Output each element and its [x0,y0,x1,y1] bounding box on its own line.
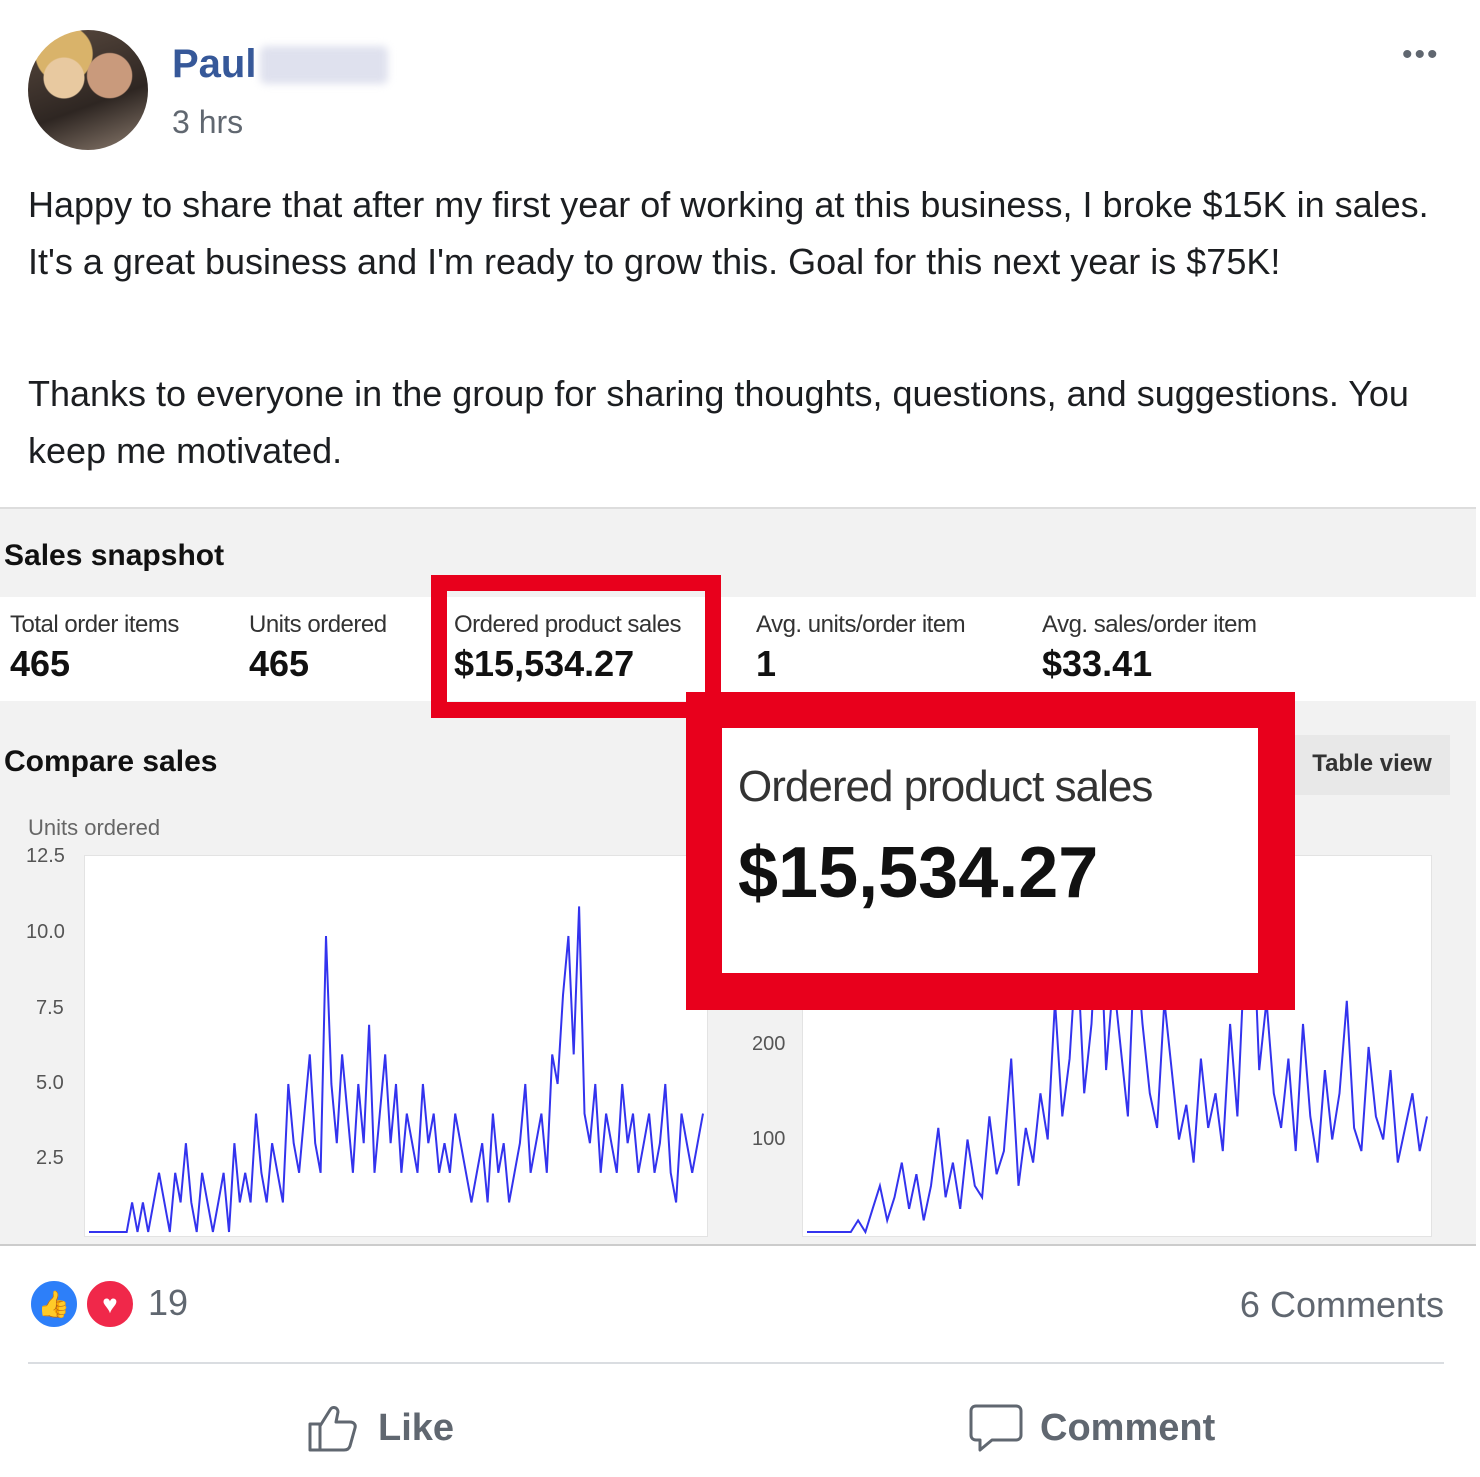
thumbs-up-icon [308,1406,357,1452]
table-view-button: Table view [1294,735,1450,795]
y-tick-label: 7.5 [36,997,64,1019]
like-button[interactable]: Like [306,1398,454,1458]
like-label: Like [378,1406,455,1449]
metric-value: 465 [10,643,71,684]
sales-snapshot-title: Sales snapshot [4,539,225,572]
comments-count-link[interactable]: 6 Comments [1240,1284,1444,1326]
zoom-label: Ordered product sales [738,762,1153,811]
units-chart-svg [89,906,704,1233]
units-chart [84,855,708,1237]
divider [28,1362,1444,1364]
post-image[interactable]: Sales snapshot Total order items 465 Uni… [0,507,1476,1246]
metric-units-ordered: Units ordered 465 [249,611,387,685]
compare-sales-title: Compare sales [4,745,218,778]
post-time[interactable]: 3 hrs [172,104,243,141]
metric-label: Avg. units/order item [756,611,966,638]
y-tick-label: 12.5 [26,845,65,867]
metric-value: $33.41 [1042,643,1153,684]
metric-total-order-items: Total order items 465 [10,611,179,685]
avatar[interactable] [28,30,148,150]
redacted-surname [260,46,388,84]
reaction-count: 19 [148,1282,189,1323]
comment-icon [969,1404,1023,1452]
metric-label: Avg. sales/order item [1042,611,1257,638]
metric-avg-units: Avg. units/order item 1 [756,611,966,685]
y-tick-label: 10.0 [26,921,65,943]
y-tick-label: 200 [752,1033,786,1055]
post-text-paragraph: Happy to share that after my first year … [28,184,1429,282]
series-line [89,906,704,1233]
y-tick-label: 5.0 [36,1072,64,1094]
author-name[interactable]: Paul [172,42,256,87]
metric-label: Total order items [10,611,179,638]
metrics-row: Total order items 465 Units ordered 465 … [0,597,1476,701]
like-reaction-icon: 👍 [28,1278,80,1330]
more-options-icon[interactable]: ••• [1402,38,1440,72]
metric-value: 465 [249,643,310,684]
y-tick-label: 2.5 [36,1147,64,1169]
y-tick-label: 100 [752,1128,786,1150]
zoom-callout: Ordered product sales $15,534.27 [686,692,1295,1010]
units-ordered-label: Units ordered [28,815,161,840]
metric-avg-sales: Avg. sales/order item $33.41 [1042,611,1257,685]
love-reaction-icon: ♥ [84,1278,136,1330]
zoom-panel: Ordered product sales $15,534.27 [722,728,1258,973]
comment-button[interactable]: Comment [968,1398,1215,1458]
zoom-value: $15,534.27 [738,833,1099,913]
metric-label: Units ordered [249,611,387,638]
post-text-paragraph: Thanks to everyone in the group for shar… [28,373,1409,471]
comment-label: Comment [1040,1406,1216,1449]
metric-value: 1 [756,643,777,684]
highlight-box-small [431,575,721,718]
